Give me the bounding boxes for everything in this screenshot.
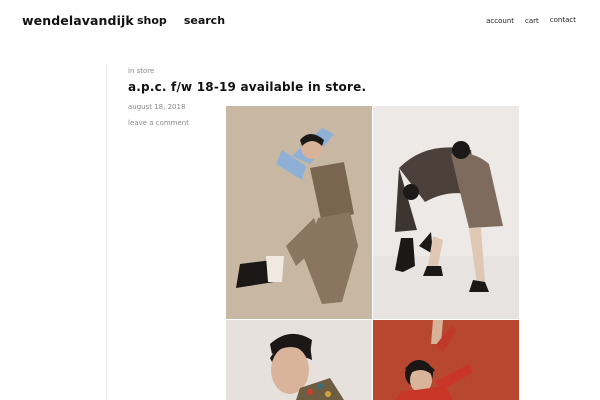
account-link[interactable]: account xyxy=(486,17,514,25)
main-nav: shop search xyxy=(137,14,225,27)
site-brand-link[interactable]: wendelavandijk xyxy=(22,13,134,28)
contact-link[interactable]: contact xyxy=(550,16,576,24)
post-date: august 18, 2018 xyxy=(128,103,186,111)
cart-link[interactable]: cart xyxy=(525,17,539,25)
gallery-photo-1[interactable] xyxy=(226,106,372,319)
gallery-photo-2[interactable] xyxy=(373,106,519,319)
gallery-photo-4[interactable] xyxy=(373,320,519,400)
nav-search-link[interactable]: search xyxy=(184,14,225,27)
leave-comment-link[interactable]: leave a comment xyxy=(128,119,189,127)
post-title[interactable]: a.p.c. f/w 18-19 available in store. xyxy=(128,80,366,94)
nav-shop-link[interactable]: shop xyxy=(137,14,167,27)
gallery-photo-3[interactable] xyxy=(226,320,372,400)
content-rail-divider xyxy=(106,64,107,400)
post-category-link[interactable]: in store xyxy=(128,67,154,75)
post-image-gallery xyxy=(226,106,520,400)
user-nav: account cart contact xyxy=(486,16,576,25)
